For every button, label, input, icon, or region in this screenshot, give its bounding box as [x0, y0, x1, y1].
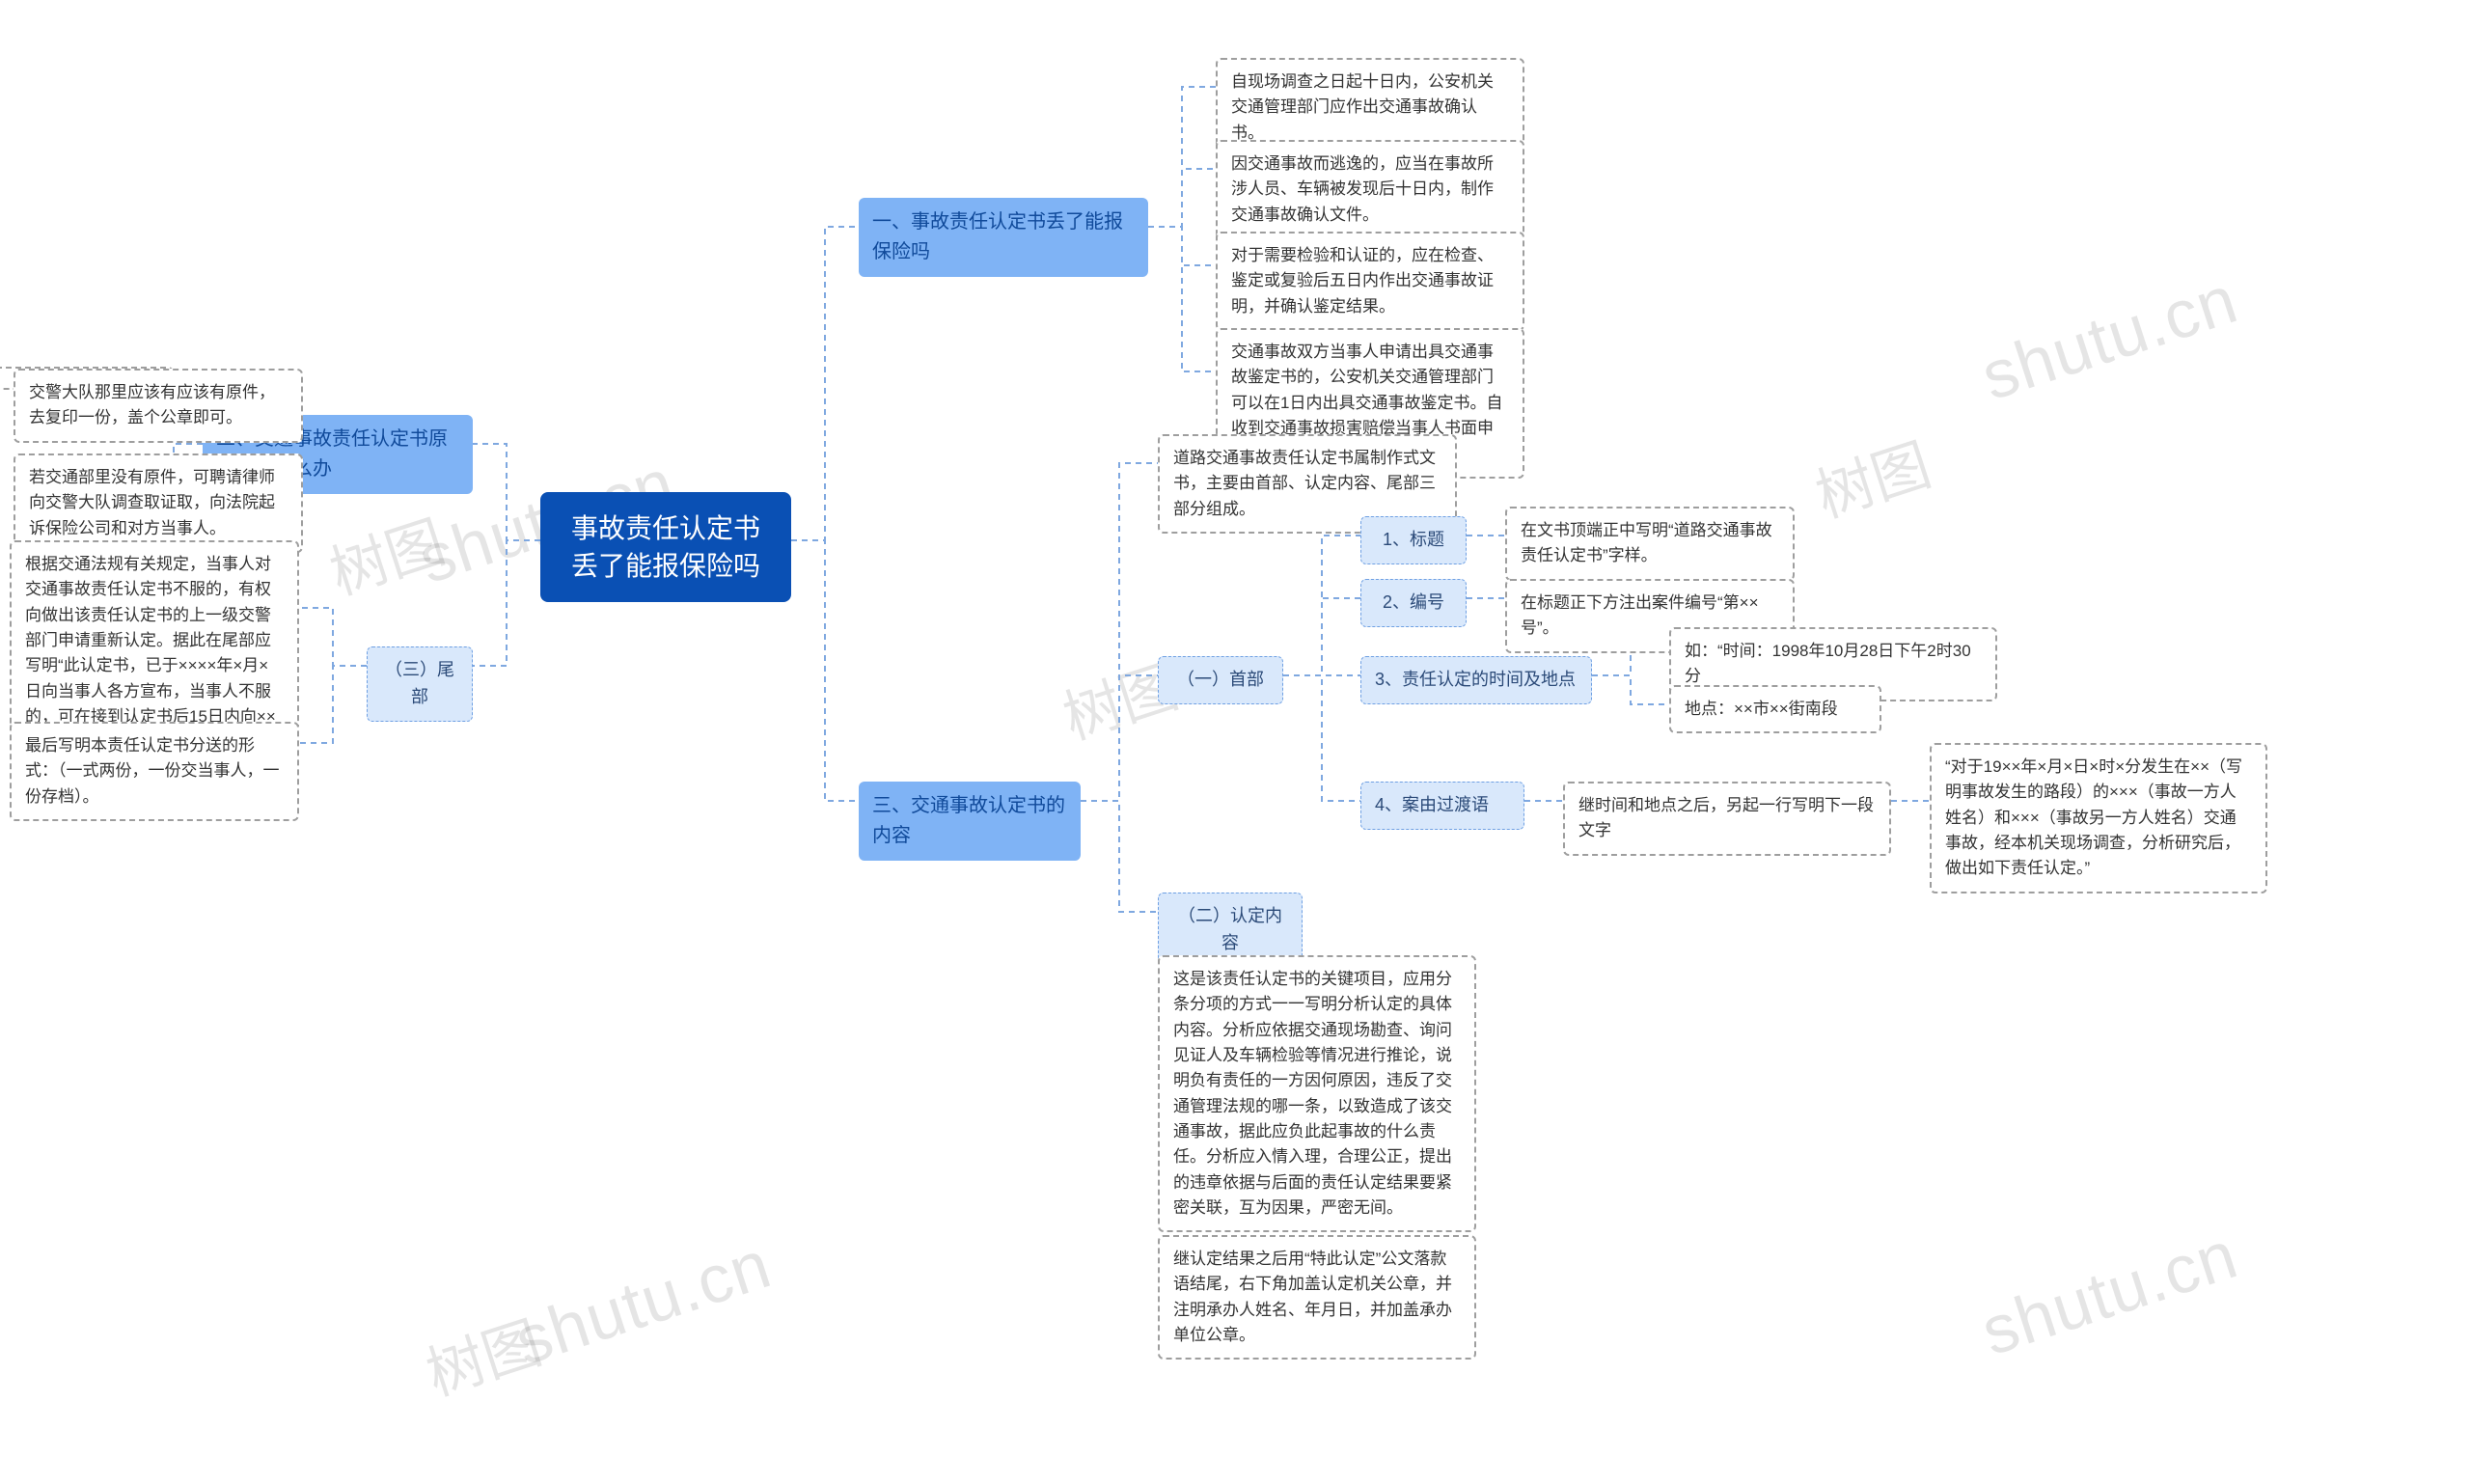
root-node[interactable]: 事故责任认定书丢了能报保险吗: [540, 492, 791, 602]
part-a-item-3[interactable]: 3、责任认定的时间及地点: [1360, 656, 1592, 704]
part-a-item-1[interactable]: 1、标题: [1360, 516, 1467, 564]
text: 自现场调查之日起十日内，公安机关交通管理部门应作出交通事故确认书。: [1231, 72, 1494, 142]
section-one-title: 一、事故责任认定书丢了能报保险吗: [872, 211, 1123, 262]
text: 最后写明本责任认定书分送的形式：（一式两份，一份交当事人，一份存档）。: [25, 736, 280, 806]
section-three[interactable]: 三、交通事故认定书的内容: [859, 782, 1081, 861]
label: 1、标题: [1383, 530, 1444, 549]
text: 地点：××市××街南段: [1685, 700, 1838, 718]
section-two-p2: 若交通部里没有原件，可聘请律师向交警大队调查取证取，向法院起诉保险公司和对方当事…: [14, 453, 303, 553]
part-a-title: （一）首部: [1177, 670, 1264, 689]
watermark-cn-4: 树图: [1803, 419, 1939, 535]
text: 如：“时间：1998年10月28日下午2时30分: [1685, 642, 1971, 685]
part-a-item-4-lead: 继时间和地点之后，另起一行写明下一段文字: [1563, 782, 1891, 856]
tail-title: （三）尾部: [385, 660, 454, 706]
part-a-item-4[interactable]: 4、案由过渡语: [1360, 782, 1524, 830]
section-one-point-3: 对于需要检验和认证的，应在检查、鉴定或复验后五日内作出交通事故证明，并确认鉴定结…: [1216, 232, 1524, 331]
text: 在文书顶端正中写明“道路交通事故责任认定书”字样。: [1521, 521, 1772, 564]
label: 3、责任认定的时间及地点: [1375, 670, 1576, 689]
label: 2、编号: [1383, 592, 1444, 612]
watermark-cn-1: 树图: [317, 496, 453, 612]
text: 若交通部里没有原件，可聘请律师向交警大队调查取证取，向法院起诉保险公司和对方当事…: [29, 468, 275, 537]
watermark-cn-5: 树图: [414, 1297, 550, 1413]
label: 4、案由过渡语: [1375, 795, 1489, 814]
part-b-title: （二）认定内容: [1178, 906, 1282, 952]
section-three-tail[interactable]: （三）尾部: [367, 646, 473, 722]
tail-p2: 最后写明本责任认定书分送的形式：（一式两份，一份交当事人，一份存档）。: [10, 722, 299, 821]
text: 因交通事故而逃逸的，应当在事故所涉人员、车辆被发现后十日内，制作交通事故确认文件…: [1231, 154, 1494, 224]
watermark-en-4: shutu.cn: [1972, 1216, 2246, 1370]
part-b-para2: 继认定结果之后用“特此认定”公文落款语结尾，右下角加盖认定机关公章，并注明承办人…: [1158, 1235, 1476, 1360]
part-a[interactable]: （一）首部: [1158, 656, 1283, 704]
section-one-point-2: 因交通事故而逃逸的，应当在事故所涉人员、车辆被发现后十日内，制作交通事故确认文件…: [1216, 140, 1524, 239]
text: 继时间和地点之后，另起一行写明下一段文字: [1578, 796, 1874, 839]
root-title: 事故责任认定书丢了能报保险吗: [571, 513, 760, 581]
text: “对于19××年×月×日×时×分发生在××（写明事故发生的路段）的×××（事故一…: [1945, 757, 2242, 877]
part-a-item-2[interactable]: 2、编号: [1360, 579, 1467, 627]
section-one[interactable]: 一、事故责任认定书丢了能报保险吗: [859, 198, 1148, 277]
text: 继认定结果之后用“特此认定”公文落款语结尾，右下角加盖认定机关公章，并注明承办人…: [1173, 1250, 1452, 1344]
text: 这是该责任认定书的关键项目，应用分条分项的方式一一写明分析认定的具体内容。分析应…: [1173, 970, 1452, 1217]
section-three-title: 三、交通事故认定书的内容: [872, 795, 1065, 846]
watermark-en-2: shutu.cn: [1972, 261, 2246, 415]
text: 对于需要检验和认证的，应在检查、鉴定或复验后五日内作出交通事故证明，并确认鉴定结…: [1231, 246, 1494, 316]
part-b-para1: 这是该责任认定书的关键项目，应用分条分项的方式一一写明分析认定的具体内容。分析应…: [1158, 955, 1476, 1232]
part-a-item-4-text: “对于19××年×月×日×时×分发生在××（写明事故发生的路段）的×××（事故一…: [1930, 743, 2267, 893]
part-a-item-1-text: 在文书顶端正中写明“道路交通事故责任认定书”字样。: [1505, 507, 1795, 581]
text: 道路交通事故责任认定书属制作式文书，主要由首部、认定内容、尾部三部分组成。: [1173, 449, 1436, 518]
part-a-item-3-line2: 地点：××市××街南段: [1669, 685, 1881, 733]
watermark-en-3: shutu.cn: [506, 1225, 780, 1380]
section-two-p1: 交警大队那里应该有应该有原件，去复印一份，盖个公章即可。: [14, 369, 303, 443]
text: 交警大队那里应该有应该有原件，去复印一份，盖个公章即可。: [29, 383, 275, 426]
